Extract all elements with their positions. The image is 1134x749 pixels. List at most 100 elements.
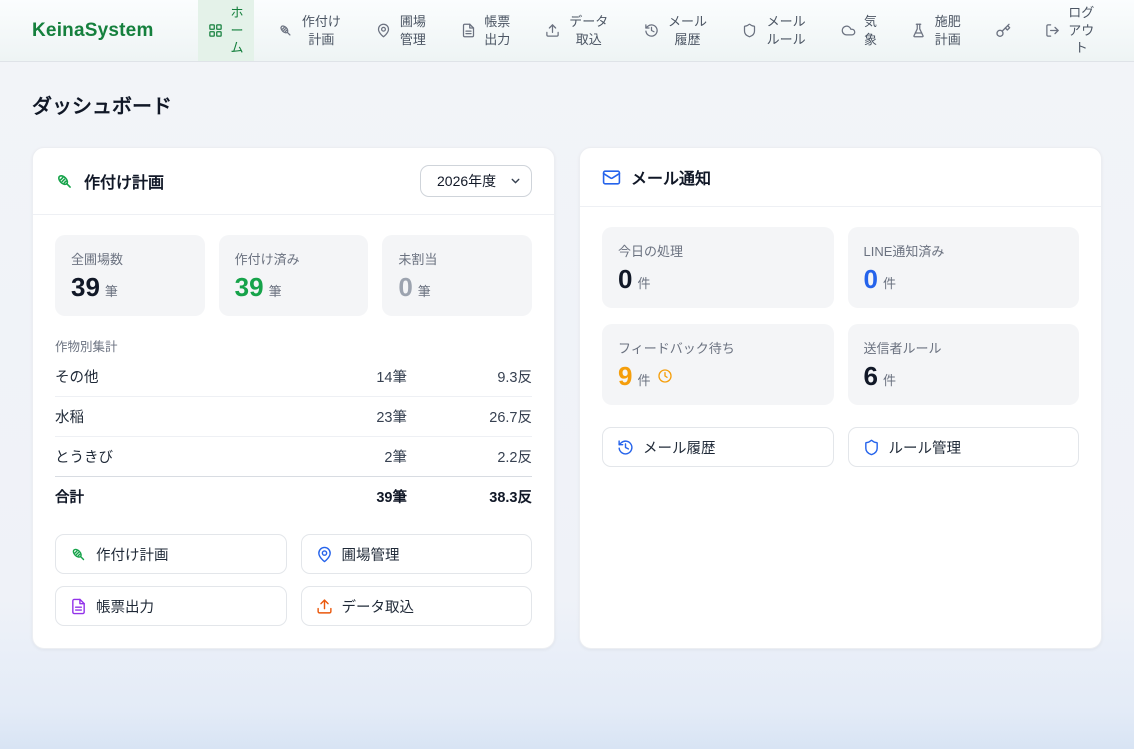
year-select[interactable]: 2026年度 <box>420 165 532 197</box>
stat-label: 作付け済み <box>235 249 353 268</box>
crop-area: 38.3反 <box>407 486 532 507</box>
wheat-icon <box>278 23 293 38</box>
stat-unassigned: 未割当 0 筆 <box>382 235 532 316</box>
wheat-icon <box>55 172 74 191</box>
button-label: ルール管理 <box>889 437 962 458</box>
crop-summary-heading: 作物別集計 <box>55 336 532 355</box>
map-pin-icon <box>316 546 333 563</box>
history-icon <box>644 23 659 38</box>
crop-row: とうきび 2筆 2.2反 <box>55 437 532 476</box>
shield-icon <box>742 23 757 38</box>
nav-item-weather[interactable]: 気象 <box>831 0 888 61</box>
nav-label: 帳票出力 <box>483 13 512 48</box>
map-pin-icon <box>376 23 391 38</box>
planting-card-body: 全圃場数 39 筆 作付け済み 39 筆 未割当 <box>33 215 554 648</box>
wheat-icon <box>70 546 87 563</box>
file-text-icon <box>461 23 476 38</box>
mail-card-body: 今日の処理 0 件 LINE通知済み 0 件 <box>580 207 1101 648</box>
history-icon <box>617 439 634 456</box>
stat-total-fields: 全圃場数 39 筆 <box>55 235 205 316</box>
flask-icon <box>911 23 926 38</box>
nav-item-data-import[interactable]: データ取込 <box>535 0 621 61</box>
button-label: データ取込 <box>342 596 415 617</box>
nav-label: 圃場管理 <box>398 13 427 48</box>
crop-area: 9.3反 <box>407 366 532 387</box>
upload-icon <box>545 23 560 38</box>
crop-row: 水稲 23筆 26.7反 <box>55 397 532 437</box>
mail-stats-row-2: フィードバック待ち 9 件 送信者ルール 6 件 <box>602 324 1079 405</box>
file-text-icon <box>70 598 87 615</box>
crop-count: 39筆 <box>312 486 407 507</box>
crop-name: 合計 <box>55 486 312 507</box>
button-label: 圃場管理 <box>342 544 400 565</box>
nav-label: メールルール <box>764 13 808 48</box>
nav-item-mail-rules[interactable]: メールルール <box>732 0 818 61</box>
nav-item-field-management[interactable]: 圃場管理 <box>366 0 437 61</box>
nav-label: 作付け計画 <box>300 13 344 48</box>
crop-row: その他 14筆 9.3反 <box>55 357 532 397</box>
stat-value: 0 <box>398 274 412 300</box>
crop-count: 2筆 <box>312 446 407 467</box>
planting-plan-card: 作付け計画 2026年度 全圃場数 39 筆 <box>32 147 555 649</box>
crop-name: その他 <box>55 366 312 387</box>
crop-area: 26.7反 <box>407 406 532 427</box>
stat-unit: 件 <box>637 370 650 389</box>
shield-icon <box>863 439 880 456</box>
app-logo[interactable]: KeinaSystem <box>32 20 154 42</box>
planting-stats: 全圃場数 39 筆 作付け済み 39 筆 未割当 <box>55 235 532 316</box>
report-output-button[interactable]: 帳票出力 <box>55 586 287 626</box>
nav-item-report-output[interactable]: 帳票出力 <box>451 0 522 61</box>
nav-label: ログアウト <box>1067 4 1096 57</box>
stat-unit: 筆 <box>269 281 282 300</box>
logout-icon <box>1045 23 1060 38</box>
rule-management-button[interactable]: ルール管理 <box>848 427 1080 467</box>
mail-actions: メール履歴 ルール管理 <box>602 427 1079 467</box>
button-label: メール履歴 <box>643 437 716 458</box>
stat-value: 0 <box>618 266 632 292</box>
nav-item-api-key[interactable] <box>985 0 1021 61</box>
stat-value: 9 <box>618 363 632 389</box>
page-title: ダッシュボード <box>32 90 1102 119</box>
clock-icon <box>657 368 673 384</box>
stat-label: 全圃場数 <box>71 249 189 268</box>
stat-value: 0 <box>864 266 878 292</box>
stat-label: 未割当 <box>398 249 516 268</box>
crop-total-row: 合計 39筆 38.3反 <box>55 476 532 516</box>
crop-summary-table: その他 14筆 9.3反 水稲 23筆 26.7反 とうきび 2筆 2.2反 <box>55 357 532 516</box>
nav-label: メール履歴 <box>666 13 710 48</box>
nav-item-home[interactable]: ホーム <box>198 0 255 61</box>
button-label: 帳票出力 <box>96 596 154 617</box>
stat-value: 39 <box>71 274 100 300</box>
nav-item-planting-plan[interactable]: 作付け計画 <box>268 0 354 61</box>
nav-label: データ取込 <box>567 13 611 48</box>
crop-count: 14筆 <box>312 366 407 387</box>
upload-icon <box>316 598 333 615</box>
crop-count: 23筆 <box>312 406 407 427</box>
stat-label: LINE通知済み <box>864 241 1064 260</box>
stat-unit: 筆 <box>105 281 118 300</box>
stat-label: フィードバック待ち <box>618 338 818 357</box>
mail-card-header: メール通知 <box>580 148 1101 207</box>
mail-history-button[interactable]: メール履歴 <box>602 427 834 467</box>
mail-notification-card: メール通知 今日の処理 0 件 LINE通知済み 0 <box>579 147 1102 649</box>
button-label: 作付け計画 <box>96 544 169 565</box>
nav-label: 施肥計画 <box>933 13 962 48</box>
field-management-button[interactable]: 圃場管理 <box>301 534 533 574</box>
cloud-icon <box>841 23 856 38</box>
planting-card-header: 作付け計画 2026年度 <box>33 148 554 215</box>
crop-name: 水稲 <box>55 406 312 427</box>
stat-unit: 件 <box>883 273 896 292</box>
home-icon <box>208 23 223 38</box>
main-content: ダッシュボード 作付け計画 2026年度 全圃場数 <box>0 62 1134 649</box>
app-header: KeinaSystem ホーム 作付け計画 圃場管理 帳票出力 データ取込 メー… <box>0 0 1134 62</box>
stat-value: 39 <box>235 274 264 300</box>
nav-item-mail-history[interactable]: メール履歴 <box>634 0 720 61</box>
stat-value: 6 <box>864 363 878 389</box>
nav-label: ホーム <box>230 4 245 57</box>
nav-item-logout[interactable]: ログアウト <box>1035 0 1106 61</box>
stat-line-notified: LINE通知済み 0 件 <box>848 227 1080 308</box>
key-icon <box>995 23 1011 39</box>
planting-plan-button[interactable]: 作付け計画 <box>55 534 287 574</box>
data-import-button[interactable]: データ取込 <box>301 586 533 626</box>
nav-item-fertilization-plan[interactable]: 施肥計画 <box>901 0 972 61</box>
